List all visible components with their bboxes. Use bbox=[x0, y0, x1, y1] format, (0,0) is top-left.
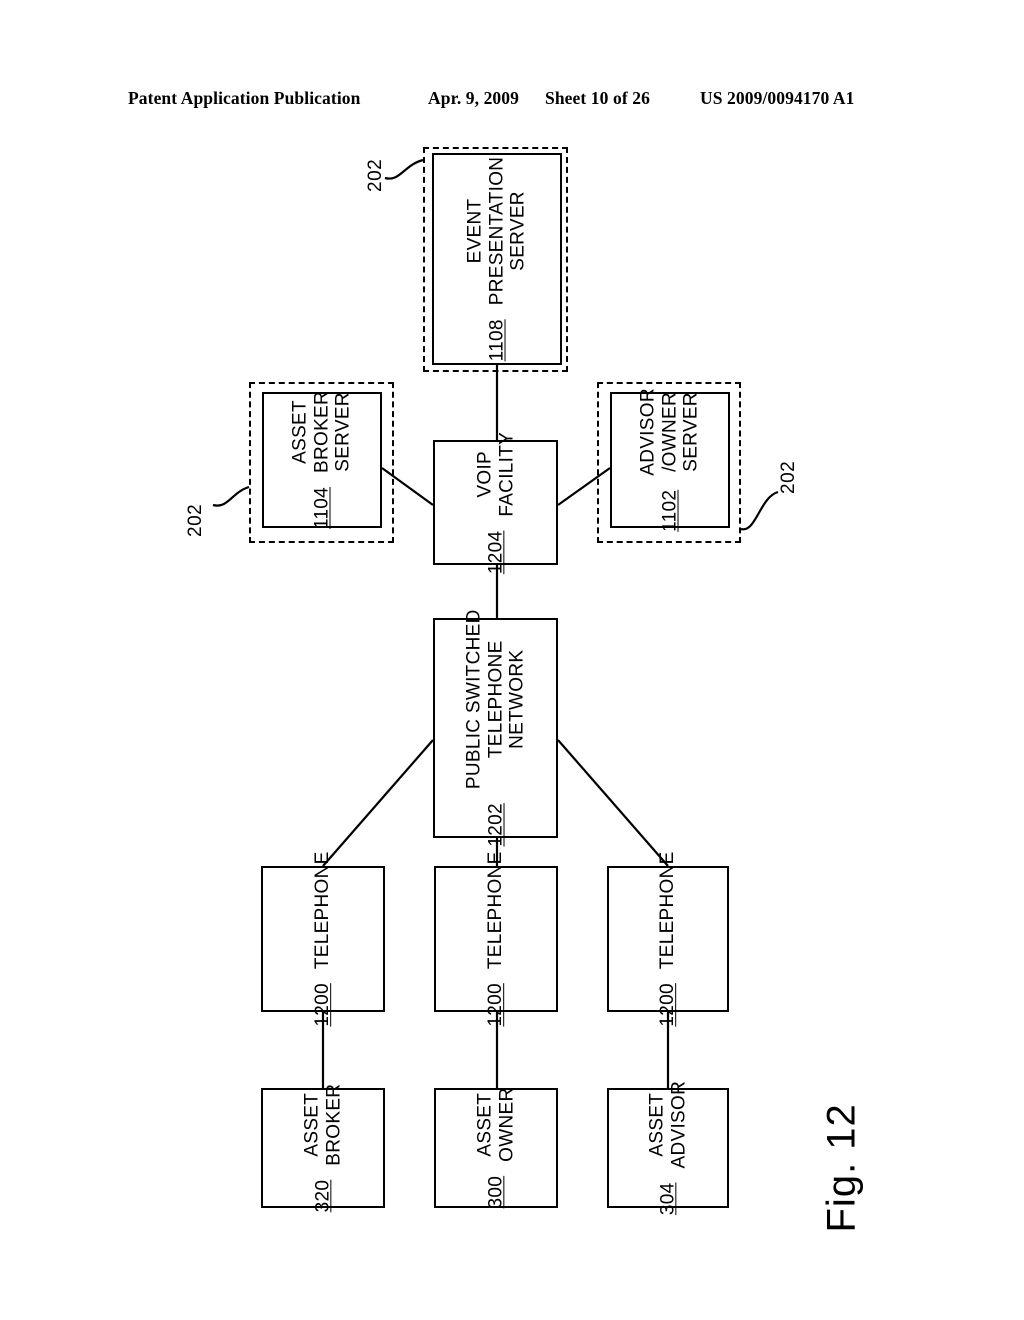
node-line: BROKER bbox=[311, 390, 333, 473]
node-asset-advisor: ASSET ADVISOR 304 bbox=[607, 1081, 729, 1215]
node-asset-broker: ASSET BROKER 320 bbox=[261, 1084, 385, 1212]
node-telephone-center: TELEPHONE 1200 bbox=[434, 851, 558, 1027]
node-line: OWNER bbox=[496, 1087, 517, 1162]
node-voip-facility: VOIP FACILITY 1204 bbox=[433, 431, 558, 574]
patent-figure-page: Patent Application Publication Apr. 9, 2… bbox=[0, 0, 1024, 1320]
node-reference-number: 1202 bbox=[484, 803, 506, 847]
node-line: SERVER bbox=[507, 191, 529, 271]
node-reference-number: 1200 bbox=[657, 983, 679, 1027]
node-label-asset-broker-server: ASSET BROKER SERVER 1104 bbox=[290, 391, 355, 529]
node-asset-broker-server: ASSET BROKER SERVER 1104 bbox=[262, 391, 382, 529]
node-line: ASSET bbox=[474, 1092, 496, 1157]
node-line: ADVISOR bbox=[668, 1080, 689, 1169]
node-line: TELEPHONE bbox=[312, 851, 334, 970]
node-reference-number: 1104 bbox=[311, 486, 333, 530]
node-reference-number: 320 bbox=[312, 1179, 334, 1213]
node-reference-number: 1200 bbox=[312, 983, 334, 1027]
node-telephone-right: TELEPHONE 1200 bbox=[607, 851, 729, 1027]
node-reference-number: 1108 bbox=[486, 319, 508, 362]
node-line: ASSET bbox=[289, 400, 311, 464]
node-line: VOIP bbox=[473, 450, 495, 498]
node-public-switched-telephone-network: PUBLIC SWITCHED TELEPHONE NETWORK 1202 bbox=[433, 609, 558, 847]
node-label-event-presentation-server: EVENT PRESENTATION SERVER 1108 bbox=[465, 157, 530, 362]
callout-202-left: 202 bbox=[185, 503, 206, 537]
callout-202-top: 202 bbox=[365, 158, 386, 192]
node-event-presentation-server: EVENT PRESENTATION SERVER 1108 bbox=[432, 153, 562, 365]
node-label-pstn: PUBLIC SWITCHED TELEPHONE NETWORK 1202 bbox=[463, 609, 528, 846]
node-line: BROKER bbox=[323, 1083, 344, 1166]
node-label-asset-owner: ASSET OWNER 300 bbox=[474, 1088, 517, 1209]
node-reference-number: 1102 bbox=[659, 489, 681, 532]
node-line: SERVER bbox=[680, 392, 702, 472]
header-date: Apr. 9, 2009 bbox=[428, 88, 519, 108]
node-label-telephone-center: TELEPHONE 1200 bbox=[485, 851, 507, 1026]
node-line: TELEPHONE bbox=[484, 640, 506, 759]
node-reference-number: 304 bbox=[657, 1182, 679, 1216]
node-label-asset-broker: ASSET BROKER 320 bbox=[301, 1084, 344, 1213]
node-reference-number: 300 bbox=[485, 1175, 507, 1209]
node-line: TELEPHONE bbox=[485, 851, 507, 970]
node-label-advisor-owner-server: ADVISOR /OWNER SERVER 1102 bbox=[638, 388, 703, 532]
node-label-telephone-left: TELEPHONE 1200 bbox=[312, 851, 334, 1026]
node-line: /OWNER bbox=[659, 392, 681, 472]
node-label-asset-advisor: ASSET ADVISOR 304 bbox=[646, 1081, 689, 1215]
node-line: EVENT bbox=[464, 198, 486, 264]
node-line: FACILITY bbox=[495, 431, 517, 517]
header-sheet: Sheet 10 of 26 bbox=[545, 88, 650, 108]
node-advisor-owner-server: ADVISOR /OWNER SERVER 1102 bbox=[610, 388, 730, 532]
callout-202-right: 202 bbox=[778, 460, 799, 494]
node-line: PUBLIC SWITCHED bbox=[463, 609, 485, 790]
node-line: ASSET bbox=[301, 1092, 323, 1157]
node-line: ADVISOR bbox=[637, 388, 659, 476]
node-line: SERVER bbox=[332, 392, 354, 472]
header-publication: Patent Application Publication bbox=[128, 88, 361, 108]
figure-caption: Fig. 12 bbox=[819, 1103, 864, 1233]
node-line: NETWORK bbox=[506, 649, 528, 749]
node-line: TELEPHONE bbox=[657, 851, 679, 970]
node-reference-number: 1200 bbox=[485, 983, 507, 1027]
page-header: Patent Application Publication Apr. 9, 2… bbox=[0, 88, 1024, 114]
node-label-telephone-right: TELEPHONE 1200 bbox=[657, 851, 679, 1026]
header-patent-number: US 2009/0094170 A1 bbox=[700, 88, 855, 108]
node-line: ASSET bbox=[646, 1092, 668, 1157]
node-reference-number: 1204 bbox=[484, 530, 506, 574]
node-line: PRESENTATION bbox=[486, 156, 508, 306]
node-asset-owner: ASSET OWNER 300 bbox=[434, 1088, 558, 1208]
node-telephone-left: TELEPHONE 1200 bbox=[261, 851, 385, 1027]
node-label-voip-facility: VOIP FACILITY 1204 bbox=[474, 431, 517, 573]
